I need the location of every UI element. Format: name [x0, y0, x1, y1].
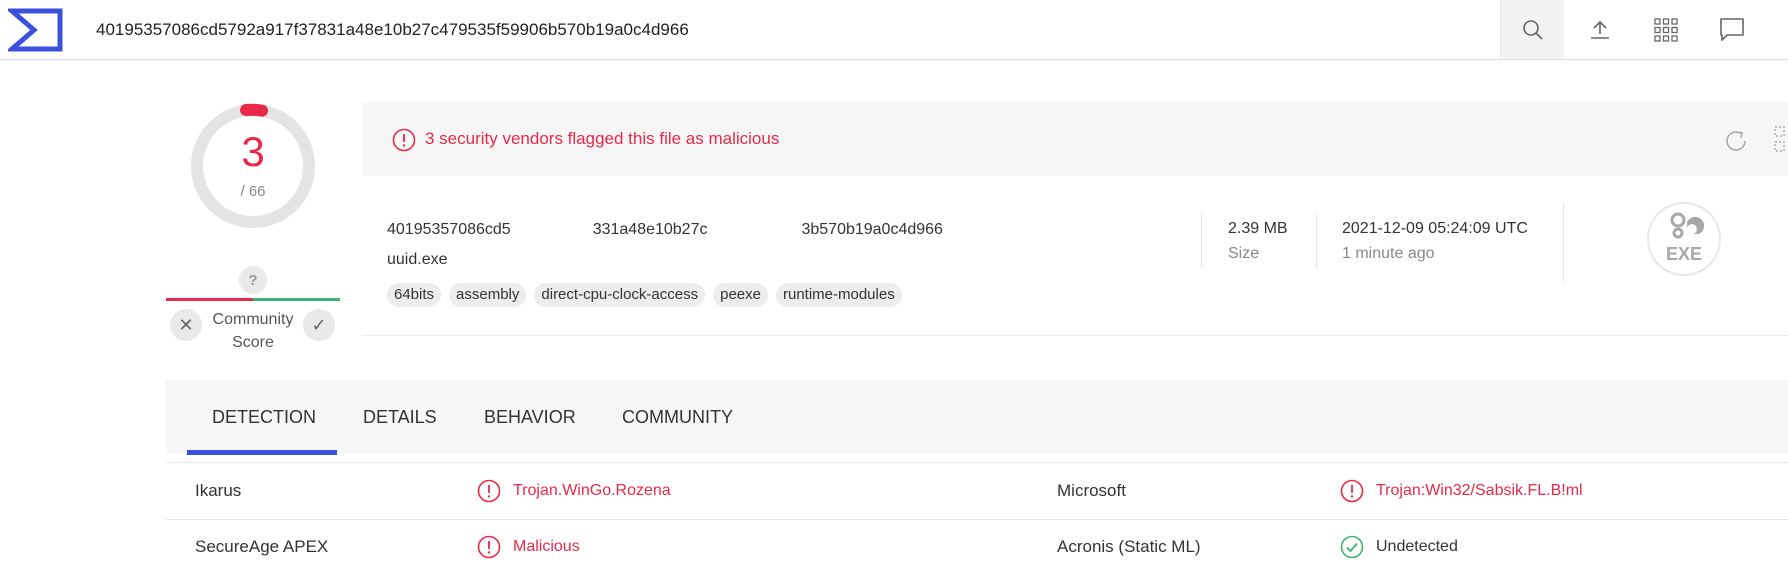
vote-harmless-button[interactable]: ✓ — [303, 309, 335, 341]
tag-direct-cpu-clock-access[interactable]: direct-cpu-clock-access — [534, 283, 706, 307]
community-score-help-icon[interactable]: ? — [239, 266, 267, 294]
malicious-icon — [477, 479, 501, 503]
table-row — [166, 519, 1788, 575]
chat-icon — [1720, 17, 1744, 41]
community-bar-positive — [253, 298, 340, 301]
gears-icon — [1670, 212, 1705, 239]
file-hash-part2: 331a48e10b27c — [592, 221, 708, 238]
file-size-label: Size — [1228, 245, 1260, 262]
search-input[interactable] — [82, 0, 1482, 59]
file-name: uuid.exe — [387, 251, 448, 268]
community-label-line1: Community — [212, 311, 294, 328]
file-hash-part1: 40195357086cd5 — [387, 221, 511, 238]
apps-grid-button[interactable] — [1634, 0, 1698, 59]
tag-assembly[interactable]: assembly — [449, 283, 527, 307]
active-tab-indicator — [187, 450, 337, 455]
vendor-name: Ikarus — [195, 481, 242, 500]
similar-files-icon[interactable] — [1773, 124, 1788, 154]
tab-detection[interactable]: DETECTION — [212, 380, 316, 454]
file-hash-part3: 3b570b19a0c4d966 — [801, 221, 943, 238]
upload-button[interactable] — [1568, 0, 1632, 59]
divider — [1563, 202, 1564, 282]
tab-behavior[interactable]: BEHAVIOR — [484, 380, 576, 454]
file-tags: 64bits assembly direct-cpu-clock-access … — [387, 283, 902, 307]
vendor-name: Acronis (Static ML) — [1057, 537, 1201, 556]
tag-runtime-modules[interactable]: runtime-modules — [775, 283, 902, 307]
community-label-line2: Score — [232, 334, 274, 351]
divider — [1316, 214, 1317, 268]
reanalyze-icon[interactable] — [1722, 127, 1750, 155]
search-icon — [1522, 19, 1543, 40]
tag-peexe[interactable]: peexe — [713, 283, 768, 307]
file-hash[interactable]: 40195357086cd5 331a48e10b27c 3b570b19a0c4d… — [387, 221, 943, 239]
grid-icon — [1654, 17, 1678, 42]
upload-icon — [1591, 20, 1609, 39]
detection-result: Trojan.WinGo.Rozena — [513, 482, 671, 499]
tab-details[interactable]: DETAILS — [363, 380, 437, 454]
vendor-name: SecureAge APEX — [195, 537, 329, 556]
chat-button[interactable] — [1700, 0, 1764, 59]
community-score-label: Community Score — [205, 308, 301, 354]
analysis-date-relative: 1 minute ago — [1342, 245, 1435, 262]
detection-result: Malicious — [513, 538, 580, 555]
community-bar-negative — [166, 298, 253, 301]
file-size-value: 2.39 MB — [1228, 220, 1288, 237]
alert-text: 3 security vendors flagged this file as … — [425, 129, 780, 148]
search-button[interactable] — [1500, 0, 1564, 59]
positives-count: 3 — [241, 128, 265, 175]
tag-64bits[interactable]: 64bits — [387, 283, 442, 307]
malicious-icon — [477, 535, 501, 559]
divider — [1201, 214, 1202, 268]
analysis-date: 2021-12-09 05:24:09 UTC — [1342, 220, 1528, 237]
community-score-bar — [166, 298, 340, 301]
undetected-icon — [1340, 535, 1364, 559]
vote-harmful-button[interactable]: ✕ — [170, 309, 202, 341]
total-engines: / 66 — [240, 183, 266, 200]
alert-icon — [392, 128, 416, 152]
detection-result: Trojan:Win32/Sabsik.FL.B!ml — [1376, 482, 1583, 499]
file-type-label: EXE — [1665, 244, 1703, 264]
file-info-card — [362, 176, 1788, 336]
tab-community[interactable]: COMMUNITY — [622, 380, 733, 454]
logo-icon[interactable] — [8, 7, 64, 53]
top-bar — [0, 0, 1788, 60]
malicious-icon — [1340, 479, 1364, 503]
gauge-malicious-arc — [240, 103, 268, 117]
vendor-name: Microsoft — [1057, 481, 1126, 500]
detection-result: Undetected — [1376, 538, 1458, 555]
